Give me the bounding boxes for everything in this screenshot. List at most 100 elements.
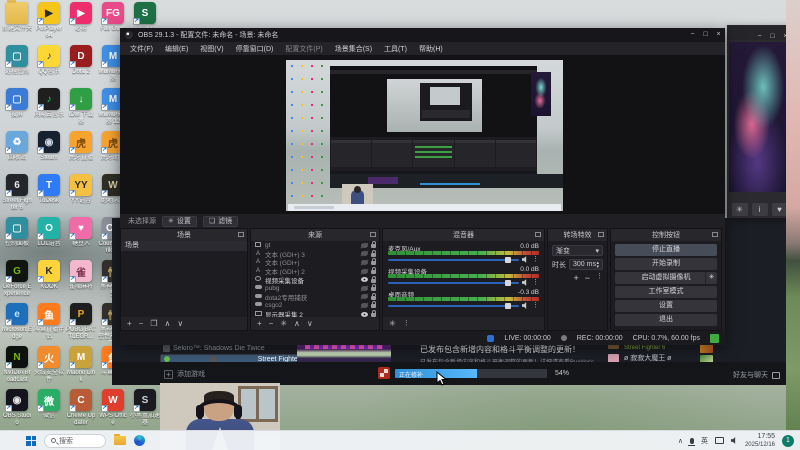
maximize-button[interactable]: □ — [699, 28, 712, 42]
sources-toolbar-button[interactable]: + — [257, 319, 262, 329]
eye-hidden-icon[interactable] — [361, 251, 368, 257]
menu-P[interactable]: 配置文件(P) — [279, 44, 328, 54]
eye-hidden-icon[interactable] — [361, 242, 368, 248]
speaker-icon[interactable] — [522, 279, 527, 286]
control-button-3[interactable]: 工作室模式 — [615, 286, 717, 298]
lock-icon[interactable] — [371, 301, 376, 309]
eye-hidden-icon[interactable] — [361, 268, 368, 274]
dock-popout-icon[interactable] — [535, 232, 541, 237]
source-row[interactable]: dota2专用捕获 — [251, 292, 379, 302]
desktop-icon[interactable]: ▢ ↗ 远程控制 — [2, 45, 32, 86]
desktop-icon[interactable]: K ↗ KOOK — [34, 260, 64, 301]
desktop-icon[interactable]: T ↗ ToDesk — [34, 174, 64, 215]
source-properties-button[interactable]: ✳ 设置 — [162, 215, 197, 227]
control-button-4[interactable]: 设置 — [615, 300, 717, 312]
kebab-menu-icon[interactable]: ⋮ — [596, 273, 603, 283]
spinner-arrows-icon[interactable]: ▴ ▾ — [596, 260, 599, 269]
patch-progress-bar[interactable]: 正在修补 — [395, 369, 547, 378]
desktop-icon[interactable]: 鱼 ↗ 斗鱼直播伴侣 — [34, 303, 64, 344]
desktop-icon[interactable]: ▶ ↗ PotPlayer 64 — [34, 2, 64, 43]
control-button-5[interactable]: 退出 — [615, 314, 717, 326]
search-input[interactable]: 搜索 — [44, 433, 106, 448]
friends-chat-button[interactable]: 好友与聊天 — [733, 370, 780, 380]
sources-toolbar-button[interactable]: − — [269, 319, 274, 329]
desktop-icon[interactable]: YY ↗ YY语音 — [66, 174, 96, 215]
start-button[interactable] — [26, 435, 36, 446]
speaker-icon[interactable] — [522, 256, 527, 263]
speaker-icon[interactable] — [522, 302, 527, 309]
control-button-1[interactable]: 开始录制 — [615, 258, 717, 270]
scenes-toolbar-button[interactable]: + — [127, 319, 132, 329]
edge-browser-icon[interactable] — [134, 435, 145, 446]
kebab-menu-icon[interactable]: ⋮ — [532, 256, 539, 263]
dock-popout-icon[interactable] — [598, 232, 604, 237]
volume-slider[interactable] — [388, 256, 519, 263]
desktop-icon[interactable]: ▢ ↗ 投屏 — [2, 88, 32, 129]
desktop-icon[interactable]: G ↗ GeForce Experience — [2, 260, 32, 301]
menu-H[interactable]: 帮助(H) — [413, 44, 449, 54]
remove-transition-button[interactable]: − — [585, 273, 590, 283]
microphone-icon[interactable] — [688, 437, 696, 446]
kebab-menu-icon[interactable]: ⋮ — [532, 279, 539, 286]
file-explorer-icon[interactable] — [114, 434, 126, 445]
eye-visible-icon[interactable] — [361, 277, 368, 283]
source-row[interactable]: 视频采集设备 — [251, 275, 379, 285]
control-button-0[interactable]: 停止直播 — [615, 244, 717, 256]
desktop-icon[interactable]: 火 ↗ 火绒安全软件 — [34, 346, 64, 387]
lock-icon[interactable] — [371, 258, 376, 266]
close-button[interactable]: × — [712, 28, 725, 42]
desktop-icon[interactable]: ♻ ↗ 回收站 — [2, 131, 32, 172]
scenes-toolbar-button[interactable]: ∧ — [165, 319, 171, 329]
lock-icon[interactable] — [371, 249, 376, 257]
menu-D[interactable]: 停靠窗口(D) — [230, 44, 280, 54]
transition-type-select[interactable]: 渐变 ▾ — [552, 245, 603, 256]
volume-slider[interactable] — [388, 279, 519, 286]
sources-toolbar-button[interactable]: ✳ — [280, 319, 287, 329]
desktop-icon[interactable]: W ↗ WPS Office — [98, 389, 128, 430]
scenes-toolbar-button[interactable]: − — [139, 319, 144, 329]
desktop-icon[interactable]: ♪ ↗ QQ音乐 — [34, 45, 64, 86]
desktop-icon[interactable]: 6 ↗ Street Fighter 6 — [2, 174, 32, 215]
control-button-2[interactable]: 启动虚拟摄像机 ✳ — [615, 272, 717, 284]
desktop-icon[interactable]: 雀 ↗ 雀魂麻将 — [66, 260, 96, 301]
lock-icon[interactable] — [371, 267, 376, 275]
scene-list-item[interactable]: 场景 — [121, 241, 247, 251]
speaker-icon[interactable] — [730, 437, 736, 444]
lock-icon[interactable] — [371, 241, 376, 249]
sources-toolbar-button[interactable]: ∧ — [294, 319, 300, 329]
menu-S[interactable]: 场景集合(S) — [329, 44, 378, 54]
mixer-settings-icon[interactable]: ✳ — [389, 319, 396, 329]
clock[interactable]: 17:55 2025/12/16 — [745, 433, 775, 449]
transition-duration-input[interactable]: 300 ms ▴ ▾ — [569, 259, 603, 270]
add-game-button[interactable]: + 添加游戏 — [164, 369, 205, 379]
desktop-icon[interactable]: C ↗ CheMe Updater — [66, 389, 96, 430]
desktop-icon[interactable]: 新建文件夹 — [2, 0, 32, 43]
menu-T[interactable]: 工具(T) — [378, 44, 413, 54]
eye-hidden-icon[interactable] — [361, 285, 368, 291]
desktop-icon[interactable]: S ↗ 小黑盒加速器 — [130, 389, 160, 430]
desktop-icon[interactable]: ↓ ↗ IDM 下载器 — [66, 88, 96, 129]
volume-slider[interactable] — [388, 302, 519, 309]
scenes-toolbar-button[interactable]: ❐ — [150, 319, 157, 329]
source-filters-button[interactable]: ❏ 滤镜 — [202, 215, 239, 227]
desktop-icon[interactable]: 微 ↗ 微信 — [34, 389, 64, 430]
ime-indicator[interactable]: 英 — [701, 436, 708, 446]
desktop-icon[interactable]: D ↗ Dota 2 — [66, 45, 96, 86]
lock-icon[interactable] — [371, 275, 376, 283]
eye-hidden-icon[interactable] — [361, 302, 368, 308]
settings-gear-button[interactable]: ✳ — [731, 203, 748, 216]
obs-preview-area[interactable] — [120, 55, 725, 214]
desktop-icon[interactable]: P ↗ PUBG BATTLEGR... — [66, 303, 96, 344]
info-button[interactable]: i — [751, 203, 768, 216]
dock-popout-icon[interactable] — [712, 232, 718, 237]
desktop-icon[interactable]: ▢ ↗ 控制面板 — [2, 217, 32, 258]
lock-icon[interactable] — [371, 284, 376, 292]
obs-titlebar[interactable]: OBS 29.1.3 - 配置文件: 未命名 - 场景: 未命名 − □ × — [120, 28, 725, 42]
minimize-button[interactable]: − — [686, 28, 699, 42]
dock-popout-icon[interactable] — [238, 232, 244, 237]
desktop-icon[interactable]: N ↗ NVIDIA Broadcast — [2, 346, 32, 387]
gear-icon[interactable]: ✳ — [705, 272, 717, 284]
scenes-toolbar-button[interactable]: ∨ — [177, 319, 183, 329]
menu-V[interactable]: 视图(V) — [194, 44, 229, 54]
menu-F[interactable]: 文件(F) — [124, 44, 159, 54]
